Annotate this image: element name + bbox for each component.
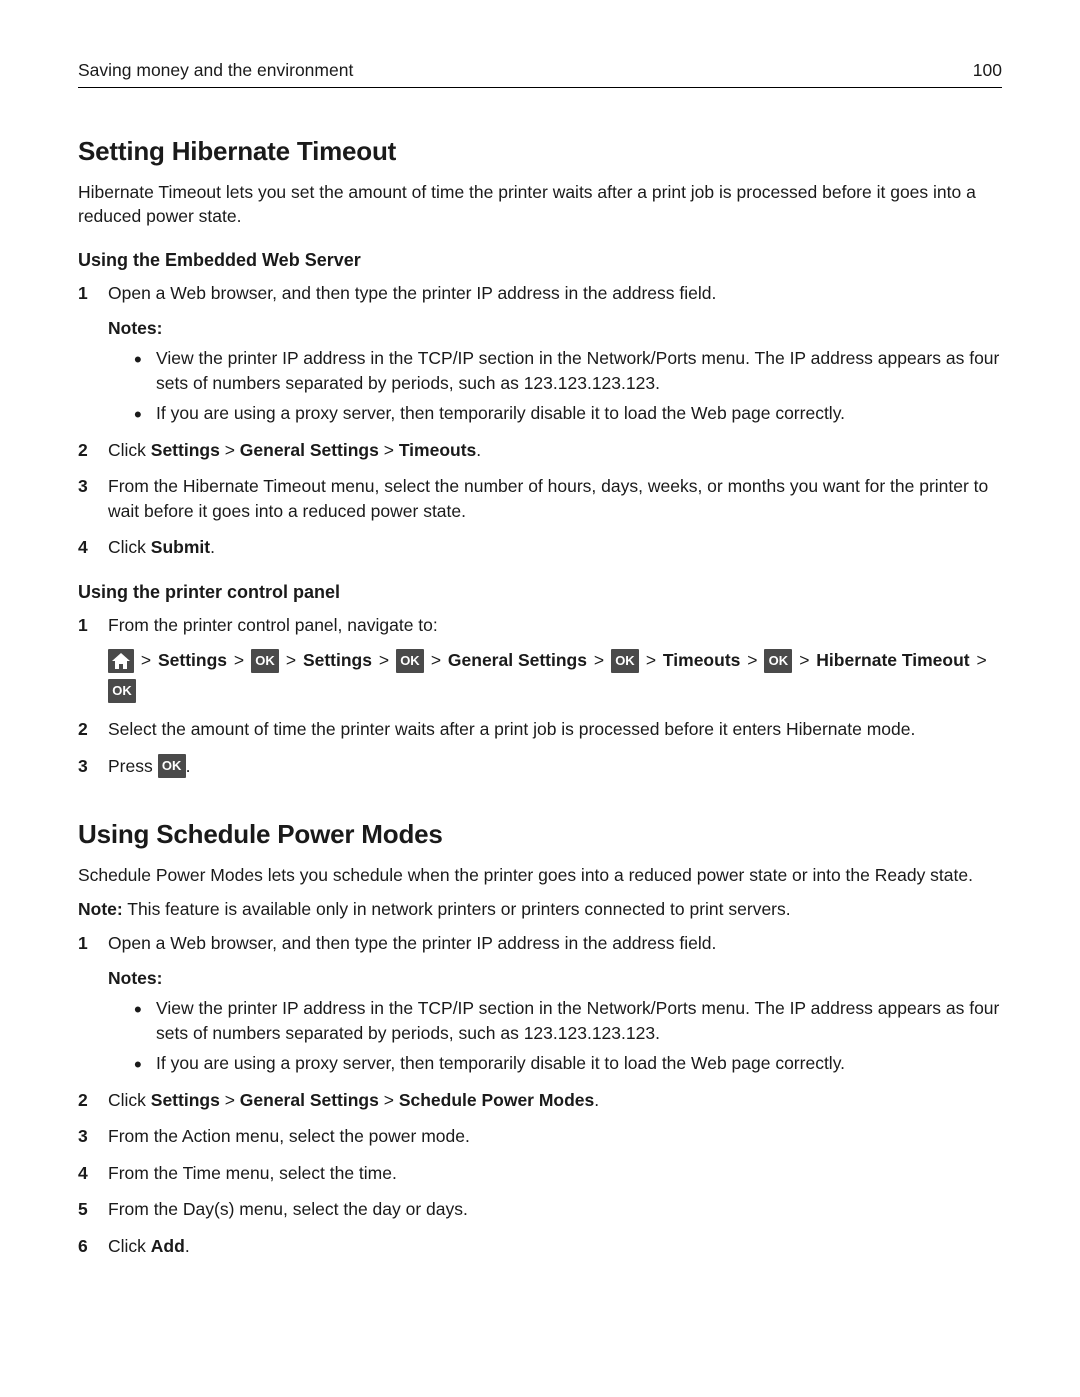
step-text: Click Settings > General Settings > Time… (108, 440, 481, 460)
step-number: 3 (78, 754, 88, 779)
notes-list: View the printer IP address in the TCP/I… (108, 996, 1002, 1076)
note-item: If you are using a proxy server, then te… (156, 1051, 1002, 1076)
heading-hibernate: Setting Hibernate Timeout (78, 136, 1002, 167)
step: 4 From the Time menu, select the time. (78, 1161, 1002, 1186)
step-number: 1 (78, 281, 88, 306)
notes-list: View the printer IP address in the TCP/I… (108, 346, 1002, 426)
step-number: 4 (78, 1161, 88, 1186)
step-text: Click Settings > General Settings > Sche… (108, 1090, 599, 1110)
step: 3 From the Action menu, select the power… (78, 1124, 1002, 1149)
note-item: If you are using a proxy server, then te… (156, 401, 1002, 426)
step: 1 Open a Web browser, and then type the … (78, 281, 1002, 426)
intro-hibernate: Hibernate Timeout lets you set the amoun… (78, 181, 1002, 228)
step-number: 2 (78, 1088, 88, 1113)
step: 2 Click Settings > General Settings > Sc… (78, 1088, 1002, 1113)
running-header: Saving money and the environment 100 (78, 60, 1002, 88)
step: 5 From the Day(s) menu, select the day o… (78, 1197, 1002, 1222)
ok-icon: OK (764, 649, 792, 673)
ok-icon: OK (396, 649, 424, 673)
step-text: Click Add. (108, 1236, 190, 1256)
step-number: 1 (78, 613, 88, 638)
step-text: From the Action menu, select the power m… (108, 1126, 470, 1146)
step: 3 From the Hibernate Timeout menu, selec… (78, 474, 1002, 523)
ok-icon: OK (108, 679, 136, 703)
steps-ews: 1 Open a Web browser, and then type the … (78, 281, 1002, 560)
page-number: 100 (973, 60, 1002, 81)
home-icon (108, 649, 134, 673)
ok-icon: OK (611, 649, 639, 673)
subheading-ews: Using the Embedded Web Server (78, 250, 1002, 271)
step-number: 1 (78, 931, 88, 956)
steps-control-panel: 1 From the printer control panel, naviga… (78, 613, 1002, 779)
heading-schedule: Using Schedule Power Modes (78, 819, 1002, 850)
step: 6 Click Add. (78, 1234, 1002, 1259)
step-number: 3 (78, 474, 88, 499)
note-item: View the printer IP address in the TCP/I… (156, 996, 1002, 1045)
ok-icon: OK (158, 754, 186, 778)
step-number: 6 (78, 1234, 88, 1259)
step: 1 From the printer control panel, naviga… (78, 613, 1002, 706)
step-text: From the Day(s) menu, select the day or … (108, 1199, 468, 1219)
note-item: View the printer IP address in the TCP/I… (156, 346, 1002, 395)
step-text: Press OK. (108, 756, 190, 776)
page: Saving money and the environment 100 Set… (0, 0, 1080, 1397)
intro-schedule: Schedule Power Modes lets you schedule w… (78, 864, 1002, 888)
subheading-control-panel: Using the printer control panel (78, 582, 1002, 603)
step: 2 Click Settings > General Settings > Ti… (78, 438, 1002, 463)
step-number: 3 (78, 1124, 88, 1149)
step-number: 5 (78, 1197, 88, 1222)
step: 3 Press OK. (78, 754, 1002, 779)
step-number: 2 (78, 438, 88, 463)
ok-icon: OK (251, 649, 279, 673)
step: 4 Click Submit. (78, 535, 1002, 560)
header-title: Saving money and the environment (78, 60, 353, 81)
step-text: From the Hibernate Timeout menu, select … (108, 476, 988, 521)
note-schedule: Note: This feature is available only in … (78, 898, 1002, 922)
step-number: 2 (78, 717, 88, 742)
notes-label: Notes: (108, 966, 1002, 991)
step: 2 Select the amount of time the printer … (78, 717, 1002, 742)
step-text: Open a Web browser, and then type the pr… (108, 933, 716, 953)
step-text: Click Submit. (108, 537, 215, 557)
step-text: Open a Web browser, and then type the pr… (108, 283, 716, 303)
steps-schedule: 1 Open a Web browser, and then type the … (78, 931, 1002, 1258)
step-text: From the printer control panel, navigate… (108, 615, 438, 635)
step-text: Select the amount of time the printer wa… (108, 719, 915, 739)
step-text: From the Time menu, select the time. (108, 1163, 397, 1183)
step-number: 4 (78, 535, 88, 560)
step: 1 Open a Web browser, and then type the … (78, 931, 1002, 1076)
notes-label: Notes: (108, 316, 1002, 341)
nav-path: > Settings > OK > Settings > OK > Genera… (108, 645, 1002, 705)
